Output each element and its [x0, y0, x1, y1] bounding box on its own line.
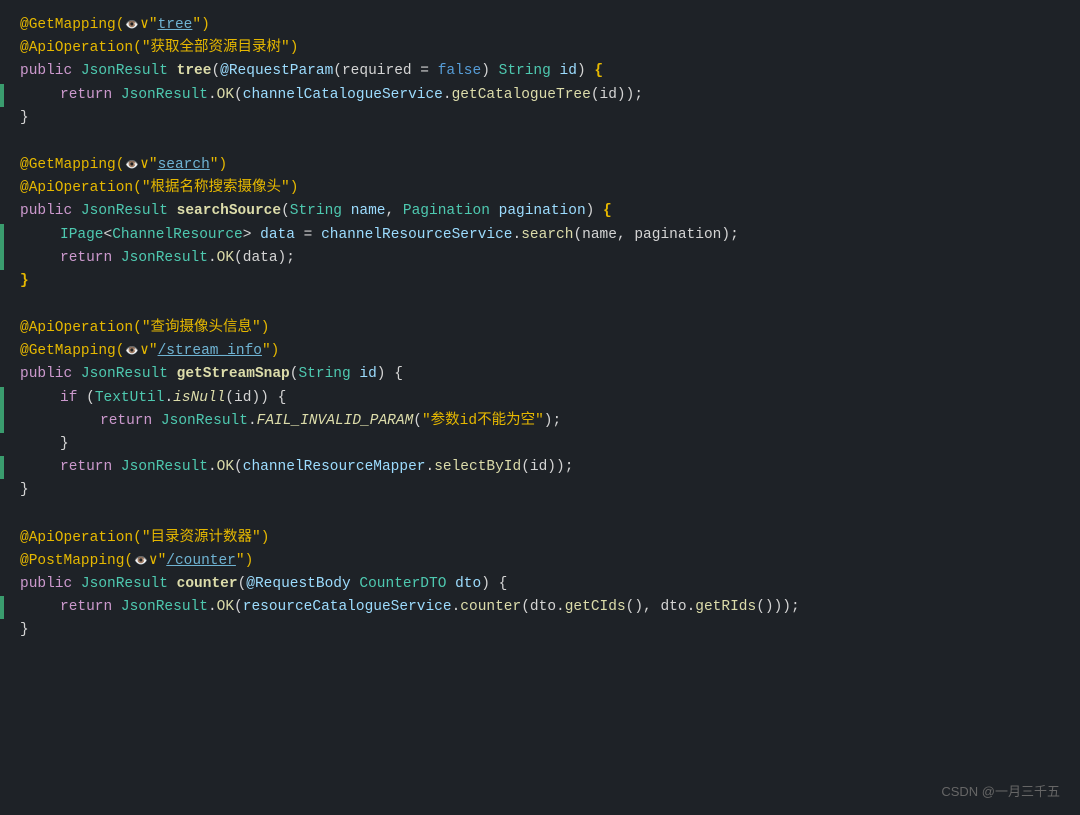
link-search[interactable]: search	[158, 154, 210, 177]
line-body-2a: IPage<ChannelResource> data = channelRes…	[0, 224, 1080, 247]
line-close-inner-3: }	[0, 433, 1080, 456]
line-apioperation-3a: @ApiOperation("查询摄像头信息")	[0, 317, 1080, 340]
eye-icon: 👁️	[125, 18, 139, 36]
line-body-2b: return JsonResult.OK(data);	[0, 247, 1080, 270]
code-container: @GetMapping(👁️∨"tree") @ApiOperation("获取…	[0, 0, 1080, 815]
annotation-text: @GetMapping(	[20, 14, 124, 37]
line-return-fail-3: return JsonResult.FAIL_INVALID_PARAM("参数…	[0, 410, 1080, 433]
link-tree[interactable]: tree	[158, 14, 193, 37]
link-counter[interactable]: /counter	[166, 550, 236, 573]
line-apioperation-1: @ApiOperation("获取全部资源目录树")	[0, 37, 1080, 60]
line-return-ok-3: return JsonResult.OK(channelResourceMapp…	[0, 456, 1080, 479]
line-annotation-3: @GetMapping(👁️∨"/stream_info")	[0, 340, 1080, 363]
line-close-1: }	[0, 107, 1080, 130]
line-apioperation-4: @ApiOperation("目录资源计数器")	[0, 527, 1080, 550]
line-close-4: }	[0, 619, 1080, 642]
line-method-4: public JsonResult counter(@RequestBody C…	[0, 573, 1080, 596]
line-annotation-1: @GetMapping(👁️∨"tree")	[0, 14, 1080, 37]
link-stream-info[interactable]: /stream_info	[158, 340, 262, 363]
eye-icon-3: 👁️	[125, 344, 139, 362]
line-annotation-2: @GetMapping(👁️∨"search")	[0, 154, 1080, 177]
eye-icon-2: 👁️	[125, 158, 139, 176]
eye-icon-4: 👁️	[134, 554, 148, 572]
line-close-2: }	[0, 270, 1080, 293]
line-method-1: public JsonResult tree(@RequestParam(req…	[0, 60, 1080, 83]
line-method-2: public JsonResult searchSource(String na…	[0, 200, 1080, 223]
code-block-4: @ApiOperation("目录资源计数器") @PostMapping(👁️…	[0, 523, 1080, 647]
watermark: CSDN @一月三千五	[941, 782, 1060, 803]
code-block-1: @GetMapping(👁️∨"tree") @ApiOperation("获取…	[0, 10, 1080, 134]
line-method-3: public JsonResult getStreamSnap(String i…	[0, 363, 1080, 386]
line-close-3: }	[0, 479, 1080, 502]
line-return-1: return JsonResult.OK(channelCatalogueSer…	[0, 84, 1080, 107]
code-block-3: @ApiOperation("查询摄像头信息") @GetMapping(👁️∨…	[0, 313, 1080, 507]
code-block-2: @GetMapping(👁️∨"search") @ApiOperation("…	[0, 150, 1080, 297]
line-apioperation-2: @ApiOperation("根据名称搜索摄像头")	[0, 177, 1080, 200]
separator-2	[0, 297, 1080, 313]
separator-1	[0, 134, 1080, 150]
separator-3	[0, 507, 1080, 523]
line-if-3: if (TextUtil.isNull(id)) {	[0, 387, 1080, 410]
line-annotation-4: @PostMapping(👁️∨"/counter")	[0, 550, 1080, 573]
line-return-4: return JsonResult.OK(resourceCatalogueSe…	[0, 596, 1080, 619]
